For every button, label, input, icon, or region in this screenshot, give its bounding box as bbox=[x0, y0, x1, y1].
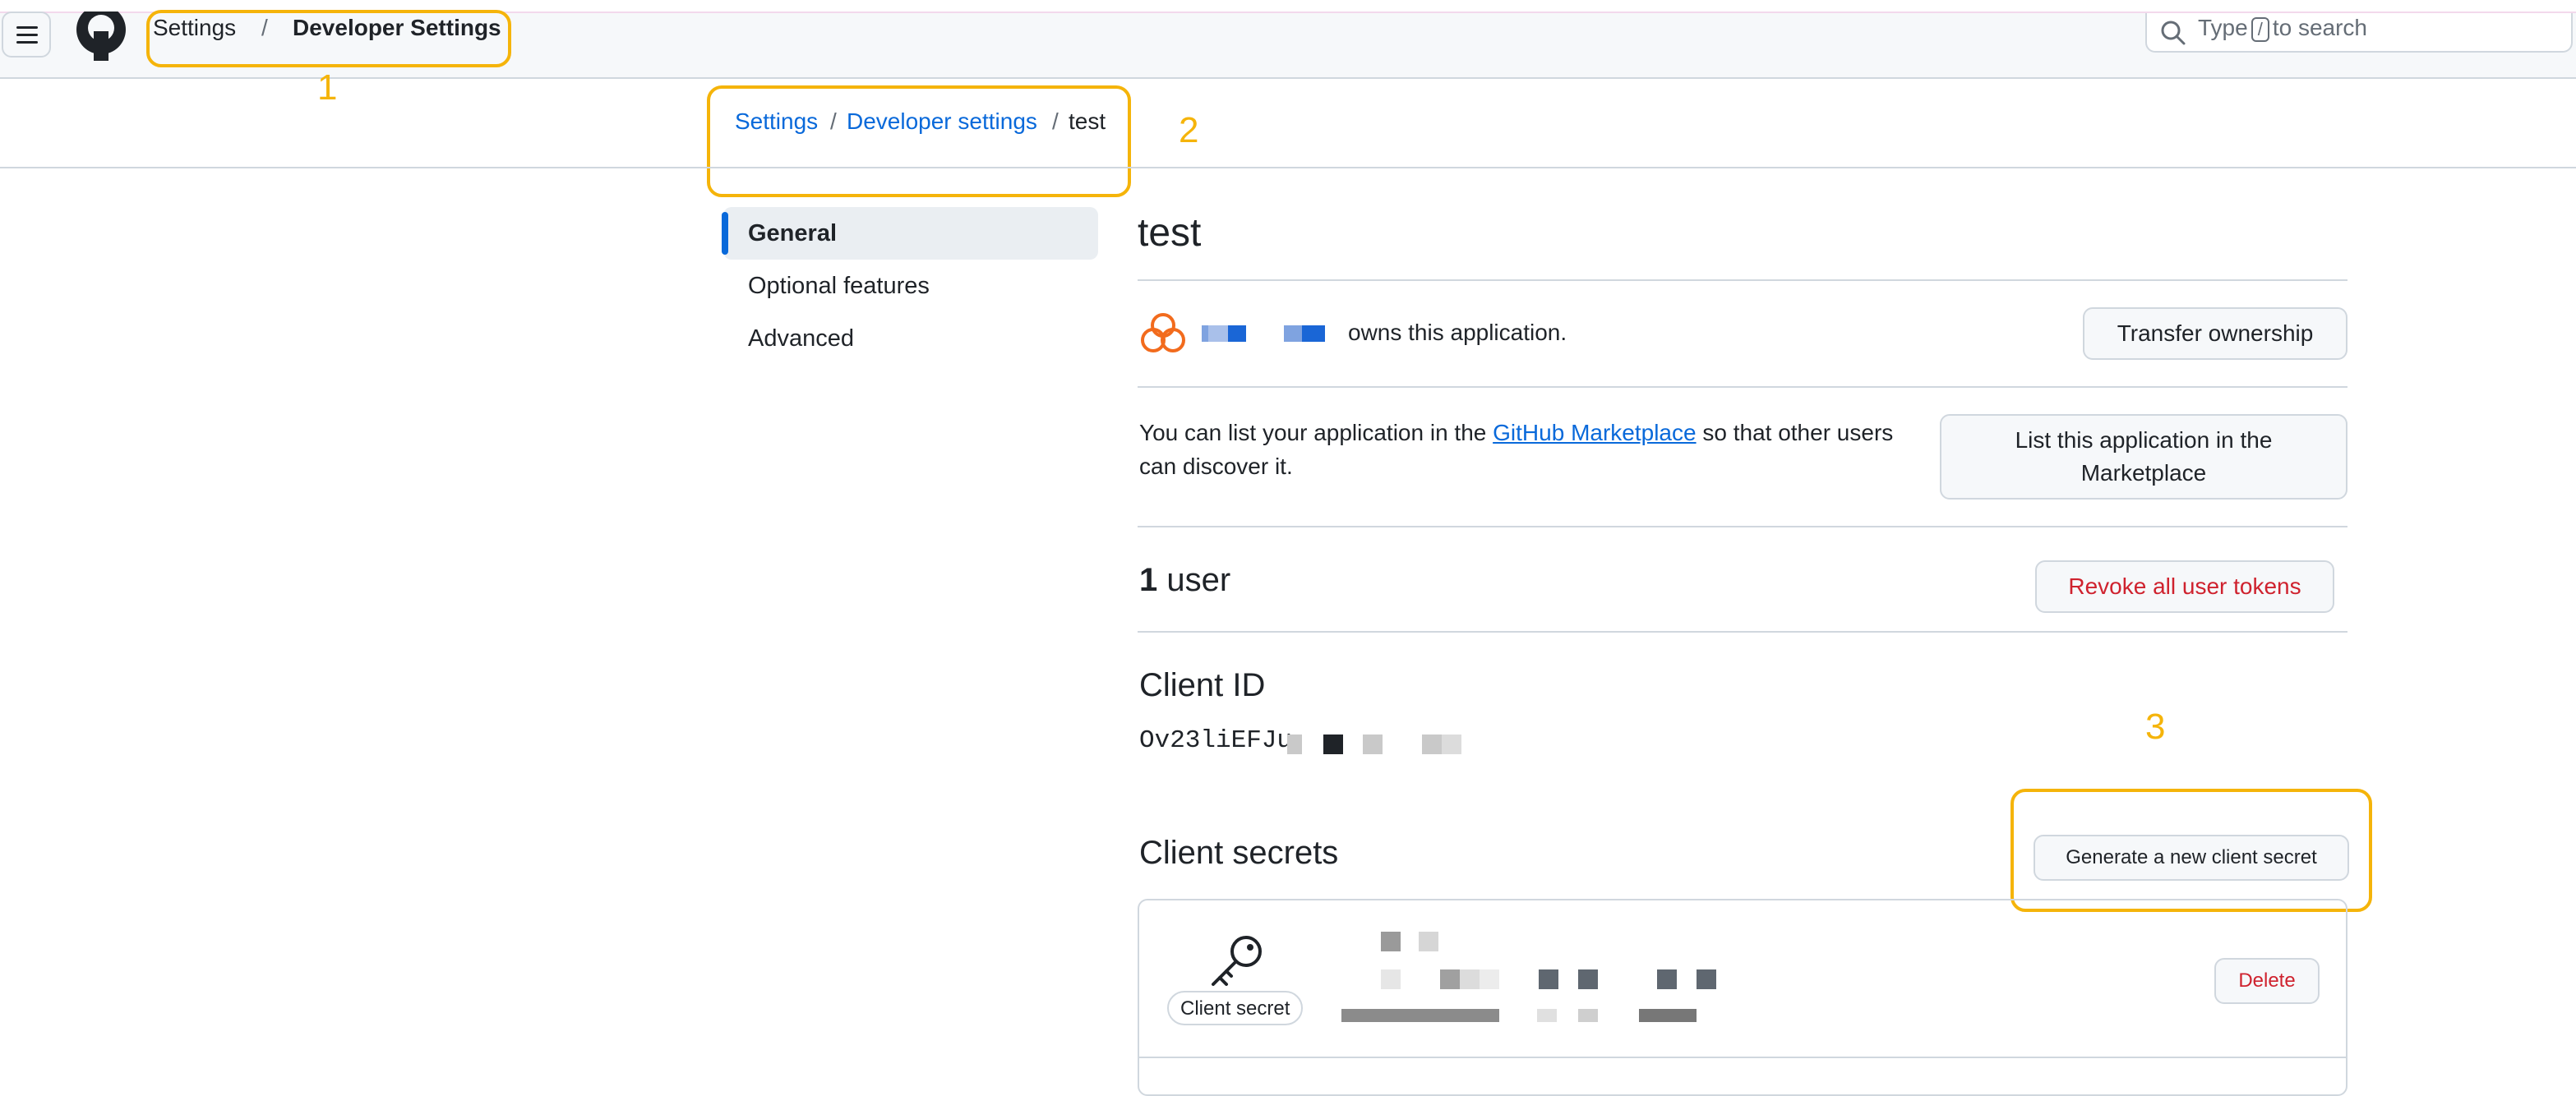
generate-new-client-secret-button[interactable]: Generate a new client secret bbox=[2034, 835, 2349, 881]
list-in-marketplace-button[interactable]: List this application in the Marketplace bbox=[1940, 414, 2347, 500]
users-count-heading: 1 user bbox=[1139, 562, 1230, 599]
key-icon bbox=[1212, 936, 1262, 986]
annotation-number-3: 3 bbox=[2145, 707, 2166, 747]
client-id-heading: Client ID bbox=[1139, 667, 1266, 703]
search-prefix: Type bbox=[2198, 15, 2248, 40]
page-title: test bbox=[1138, 211, 1202, 255]
marketplace-description: You can list your application in the Git… bbox=[1139, 416, 1928, 483]
divider bbox=[1138, 279, 2347, 281]
divider bbox=[1138, 526, 2347, 527]
github-logo-icon[interactable] bbox=[72, 12, 130, 61]
sidebar-item-optional-features[interactable]: Optional features bbox=[723, 260, 1098, 312]
hamburger-icon-line bbox=[16, 34, 38, 36]
client-secrets-heading: Client secrets bbox=[1139, 835, 1339, 871]
delete-secret-button[interactable]: Delete bbox=[2214, 958, 2320, 1004]
menu-button[interactable] bbox=[2, 12, 51, 58]
sidebar-active-indicator bbox=[722, 212, 728, 255]
users-label: user bbox=[1166, 562, 1231, 598]
client-id-redacted bbox=[1287, 731, 1468, 756]
marketplace-text: can discover it. bbox=[1139, 454, 1293, 479]
owner-name-redacted[interactable] bbox=[1202, 322, 1341, 345]
annotation-box-1 bbox=[146, 10, 511, 67]
search-placeholder: Type / to search bbox=[2198, 15, 2367, 42]
search-icon bbox=[2161, 21, 2186, 45]
divider bbox=[1138, 631, 2347, 633]
marketplace-text: so that other users bbox=[1702, 420, 1894, 445]
annotation-box-2 bbox=[707, 85, 1131, 197]
divider bbox=[1138, 386, 2347, 388]
annotation-number-1: 1 bbox=[317, 67, 338, 108]
list-button-line: List this application in the bbox=[2015, 427, 2273, 453]
marketplace-text: You can list your application in the bbox=[1139, 420, 1487, 445]
hamburger-icon-line bbox=[16, 41, 38, 44]
search-input[interactable]: Type / to search bbox=[2145, 13, 2573, 53]
revoke-all-user-tokens-button[interactable]: Revoke all user tokens bbox=[2035, 560, 2334, 613]
client-id-value: Ov23liEFJu bbox=[1139, 726, 1293, 755]
transfer-ownership-button[interactable]: Transfer ownership bbox=[2083, 307, 2347, 360]
search-suffix: to search bbox=[2272, 15, 2367, 40]
hamburger-icon bbox=[16, 26, 38, 29]
sidebar-item-advanced[interactable]: Advanced bbox=[723, 312, 1098, 365]
annotation-number-2: 2 bbox=[1179, 110, 1199, 150]
users-count: 1 bbox=[1139, 562, 1158, 598]
client-secret-redacted bbox=[1340, 928, 1726, 1027]
card-row-divider bbox=[1139, 1057, 2346, 1058]
owner-avatar-icon bbox=[1141, 313, 1185, 352]
list-button-line: Marketplace bbox=[2080, 460, 2207, 486]
github-marketplace-link[interactable]: GitHub Marketplace bbox=[1493, 420, 1696, 445]
client-secret-badge: Client secret bbox=[1167, 991, 1304, 1025]
breadcrumb-divider bbox=[0, 167, 2576, 168]
sidebar-item-general[interactable]: General bbox=[723, 207, 1098, 260]
search-shortcut-key: / bbox=[2251, 17, 2269, 42]
owns-text: owns this application. bbox=[1348, 320, 1567, 345]
client-secret-card bbox=[1138, 899, 2347, 1096]
